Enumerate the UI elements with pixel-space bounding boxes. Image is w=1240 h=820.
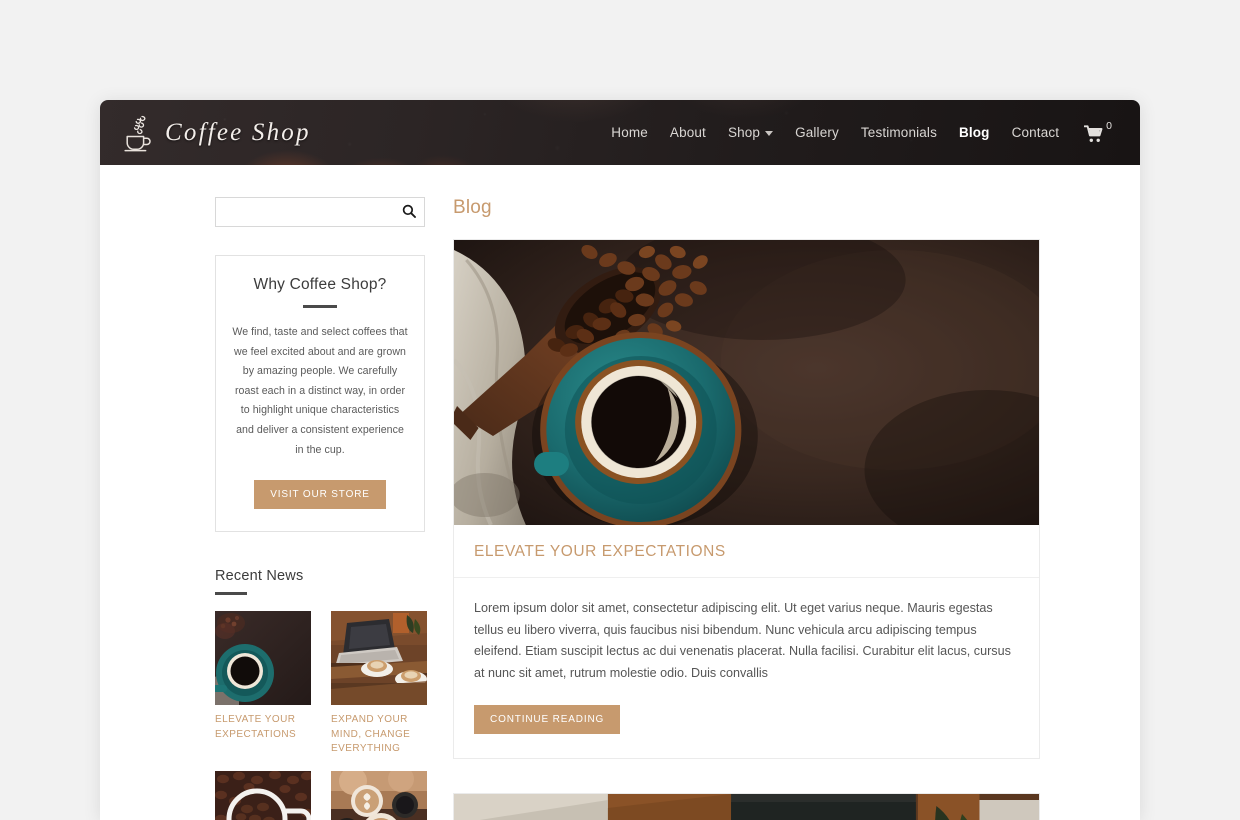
title-divider: [215, 592, 247, 596]
title-divider: [303, 305, 337, 308]
nav-item-label: Testimonials: [860, 125, 937, 140]
nav-item-testimonials[interactable]: Testimonials: [850, 119, 948, 146]
cart-count-badge: 0: [1106, 120, 1112, 132]
nav-item-label: About: [669, 125, 706, 140]
nav-item-gallery[interactable]: Gallery: [784, 119, 850, 146]
page-content: Why Coffee Shop? We find, taste and sele…: [100, 165, 1140, 820]
blog-post-card: [453, 792, 1040, 820]
sidebar: Why Coffee Shop? We find, taste and sele…: [100, 197, 427, 820]
nav-item-label: Contact: [1011, 125, 1060, 140]
page-title: Blog: [453, 197, 492, 218]
post-header: ELEVATE YOUR EXPECTATIONS: [454, 525, 1039, 578]
teal-cup-black-coffee-thumbnail: [215, 611, 311, 706]
coffee-cup-steam-icon: [122, 113, 156, 153]
post-body: Lorem ipsum dolor sit amet, consectetur …: [454, 578, 1039, 758]
hands-toasting-lattes-thumbnail: [331, 770, 427, 820]
main-navigation: Home About Shop Gallery Testimonials Blo…: [600, 100, 1118, 165]
nav-item-contact[interactable]: Contact: [1001, 119, 1071, 146]
brand-name: Coffee Shop: [165, 119, 311, 146]
post-hero-image[interactable]: [454, 240, 1039, 525]
nav-item-label: Shop: [727, 125, 761, 140]
search-input[interactable]: [216, 198, 424, 226]
nav-item-label: Blog: [958, 125, 990, 140]
why-coffee-shop-widget: Why Coffee Shop? We find, taste and sele…: [215, 255, 425, 533]
search-button[interactable]: [398, 201, 420, 223]
white-mug-coffee-beans-thumbnail: [215, 770, 311, 820]
nav-item-blog[interactable]: Blog: [948, 119, 1001, 146]
visit-our-store-button[interactable]: VISIT OUR STORE: [254, 480, 386, 510]
search-icon: [402, 204, 416, 221]
chevron-down-icon: [765, 131, 774, 136]
widget-text: We find, taste and select coffees that w…: [232, 326, 408, 456]
browser-page-container: Coffee Shop Home About Shop Gallery Test…: [100, 100, 1140, 820]
recent-news-label: EXPAND YOUR MIND, CHANGE EVERYTHING: [331, 714, 411, 755]
post-title-link[interactable]: ELEVATE YOUR EXPECTATIONS: [474, 543, 726, 560]
post-hero-image[interactable]: [454, 793, 1039, 820]
site-header: Coffee Shop Home About Shop Gallery Test…: [100, 100, 1140, 165]
nav-item-home[interactable]: Home: [600, 119, 659, 146]
cart-button[interactable]: 0: [1070, 116, 1118, 149]
continue-reading-button[interactable]: CONTINUE READING: [474, 704, 621, 734]
recent-news-widget: Recent News ELEVATE YOUR EXPECTATIONS EX…: [215, 568, 427, 820]
nav-item-about[interactable]: About: [659, 119, 717, 146]
shopping-cart-icon: [1084, 122, 1104, 143]
recent-news-item[interactable]: DIRECTION IS ESSENTIAL: [331, 770, 427, 820]
blog-post-card: ELEVATE YOUR EXPECTATIONS Lorem ipsum do…: [453, 239, 1040, 759]
nav-item-label: Home: [611, 125, 648, 140]
recent-news-item[interactable]: PLACES TO GET LOST: [215, 770, 311, 820]
recent-news-grid: ELEVATE YOUR EXPECTATIONS EXPAND YOUR MI…: [215, 611, 427, 820]
main-content: Blog ELEVATE YOUR EXPECTATIONS Lorem ips…: [420, 197, 1040, 820]
widget-title: Why Coffee Shop?: [253, 276, 387, 293]
recent-news-label: ELEVATE YOUR EXPECTATIONS: [215, 714, 297, 740]
recent-news-item[interactable]: EXPAND YOUR MIND, CHANGE EVERYTHING: [331, 611, 427, 757]
widget-title: Recent News: [215, 568, 304, 585]
laptop-two-lattes-thumbnail: [331, 611, 427, 706]
brand-logo-link[interactable]: Coffee Shop: [122, 100, 311, 165]
search-widget: [215, 197, 425, 227]
recent-news-item[interactable]: ELEVATE YOUR EXPECTATIONS: [215, 611, 311, 757]
post-excerpt: Lorem ipsum dolor sit amet, consectetur …: [474, 601, 1011, 680]
nav-item-label: Gallery: [795, 125, 839, 140]
nav-item-shop[interactable]: Shop: [717, 119, 784, 146]
